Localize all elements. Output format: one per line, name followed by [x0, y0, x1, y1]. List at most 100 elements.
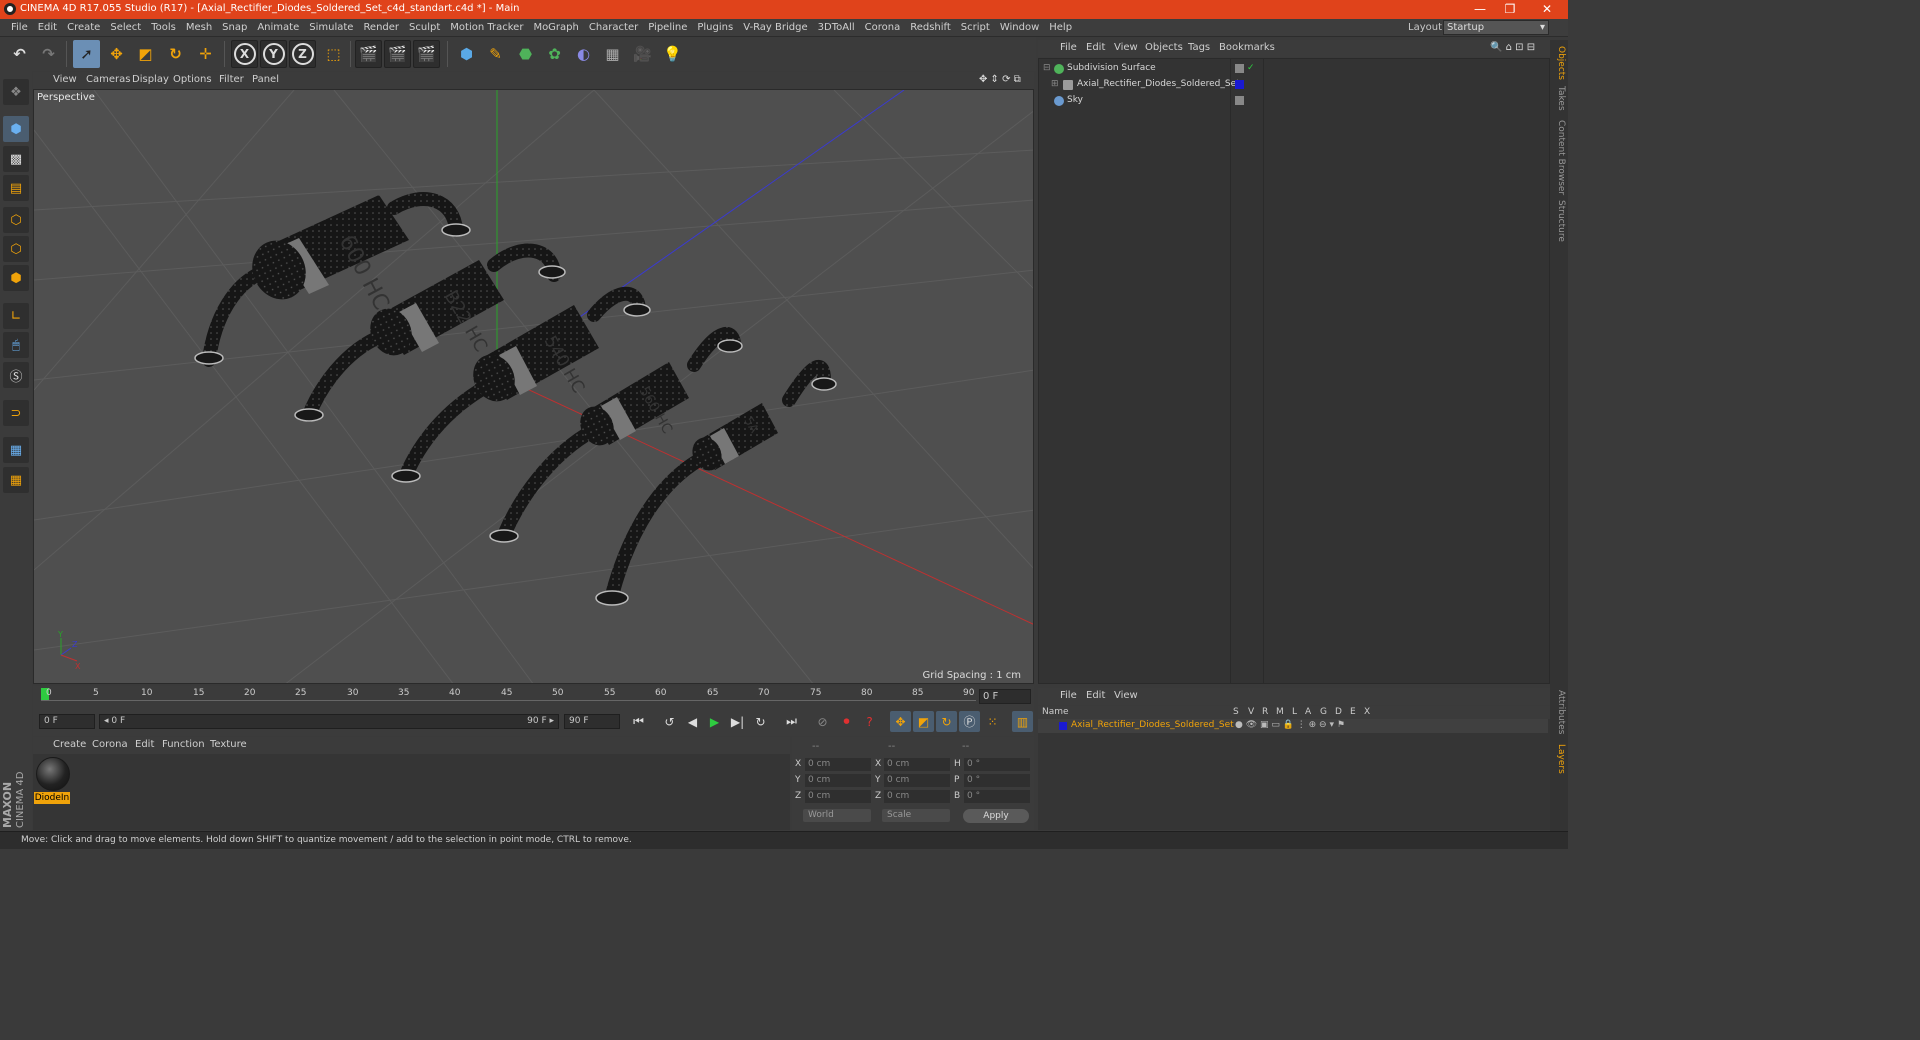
- menu-tools[interactable]: Tools: [146, 22, 181, 33]
- coordinate-system-icon[interactable]: ⬚: [320, 40, 347, 68]
- autokey-icon[interactable]: ⏺: [836, 711, 857, 732]
- object-name[interactable]: Axial_Rectifier_Diodes_Soldered_Set: [1077, 79, 1240, 89]
- make-editable-icon[interactable]: ❖: [3, 79, 29, 105]
- model-mode-icon[interactable]: ⬢: [3, 116, 29, 142]
- workplane-icon[interactable]: ▤: [3, 175, 29, 201]
- viewport-menu-cameras[interactable]: Cameras: [86, 74, 130, 85]
- menu-create[interactable]: Create: [62, 22, 105, 33]
- size-z-field[interactable]: 0 cm: [884, 790, 950, 803]
- material-menu-create[interactable]: Create: [53, 739, 86, 750]
- om-search-home-icons[interactable]: 🔍 ⌂ ⊡ ⊟: [1490, 42, 1535, 53]
- edges-mode-icon[interactable]: ⬡: [3, 236, 29, 262]
- menu-render[interactable]: Render: [358, 22, 404, 33]
- cloner-icon[interactable]: ✿: [541, 40, 568, 68]
- snap-icon[interactable]: ⊃: [3, 400, 29, 426]
- menu-animate[interactable]: Animate: [252, 22, 304, 33]
- z-axis-lock[interactable]: Z: [289, 40, 316, 68]
- material-menu-texture[interactable]: Texture: [210, 739, 247, 750]
- rotation-p-field[interactable]: 0 °: [964, 774, 1030, 787]
- key-parameter-icon[interactable]: Ⓟ: [959, 711, 980, 732]
- material-menu-function[interactable]: Function: [162, 739, 205, 750]
- key-scale-icon[interactable]: ◩: [913, 711, 934, 732]
- object-row-sky[interactable]: Sky: [1039, 93, 1549, 109]
- layer-toggle-icons[interactable]: ● 👁 ▣ ▭ 🔒 ⋮ ⊕ ⊖ ▾ ⚑: [1235, 720, 1345, 730]
- record-keys-icon[interactable]: ⊘: [812, 711, 833, 732]
- coordinate-mode-dropdown[interactable]: World: [803, 809, 871, 822]
- menu-motion-tracker[interactable]: Motion Tracker: [445, 22, 528, 33]
- go-to-end-icon[interactable]: ⏭: [781, 711, 802, 732]
- material-name[interactable]: DiodeIn: [34, 792, 70, 804]
- render-picture-viewer-icon[interactable]: 🎬: [384, 40, 411, 68]
- menu-snap[interactable]: Snap: [217, 22, 252, 33]
- size-mode-dropdown[interactable]: Scale: [882, 809, 950, 822]
- expand-toggle-icon[interactable]: ⊟: [1043, 63, 1051, 73]
- material-menu-edit[interactable]: Edit: [135, 739, 154, 750]
- key-position-icon[interactable]: ✥: [890, 711, 911, 732]
- timeline-window-icon[interactable]: ▥: [1012, 711, 1033, 732]
- position-x-field[interactable]: 0 cm: [805, 758, 871, 771]
- viewport-menu-filter[interactable]: Filter: [219, 74, 244, 85]
- select-tool-icon[interactable]: ➚: [73, 40, 100, 68]
- viewport-menu-options[interactable]: Options: [173, 74, 212, 85]
- render-view-icon[interactable]: 🎬: [355, 40, 382, 68]
- lm-menu-view[interactable]: View: [1114, 690, 1138, 701]
- viewport-navigation-icons[interactable]: ✥ ⇕ ⟳ ⧉: [979, 74, 1021, 85]
- object-row-diodes[interactable]: ⊞ Axial_Rectifier_Diodes_Soldered_Set: [1039, 77, 1549, 93]
- menu-character[interactable]: Character: [584, 22, 643, 33]
- layer-color-swatch[interactable]: [1059, 722, 1067, 730]
- redo-icon[interactable]: ↷: [35, 40, 62, 68]
- timeline-ruler[interactable]: 0 5 10 15 20 25 30 35 40 45 50 55 60 65 …: [33, 686, 1034, 708]
- menu-3dtoall[interactable]: 3DToAll: [813, 22, 860, 33]
- menu-plugins[interactable]: Plugins: [692, 22, 738, 33]
- lock-workplane-icon[interactable]: ▦: [3, 437, 29, 463]
- enabled-check-icon[interactable]: ✓: [1247, 63, 1255, 73]
- key-pla-icon[interactable]: ⁙: [982, 711, 1003, 732]
- lm-menu-file[interactable]: File: [1060, 690, 1077, 701]
- maximize-button[interactable]: ❐: [1495, 1, 1525, 18]
- scale-tool-icon[interactable]: ◩: [132, 40, 159, 68]
- menu-sculpt[interactable]: Sculpt: [404, 22, 445, 33]
- menu-redshift[interactable]: Redshift: [905, 22, 956, 33]
- rotate-tool-icon[interactable]: ↻: [162, 40, 189, 68]
- tab-structure[interactable]: Structure: [1556, 200, 1566, 242]
- rotation-h-field[interactable]: 0 °: [964, 758, 1030, 771]
- next-key-icon[interactable]: ↻: [750, 711, 771, 732]
- go-to-start-icon[interactable]: ⏮: [628, 711, 649, 732]
- subdivision-surface-icon[interactable]: ⬣: [512, 40, 539, 68]
- om-menu-bookmarks[interactable]: Bookmarks: [1219, 42, 1275, 53]
- apply-button[interactable]: Apply: [963, 809, 1029, 823]
- polygons-mode-icon[interactable]: ⬢: [3, 265, 29, 291]
- rotation-b-field[interactable]: 0 °: [964, 790, 1030, 803]
- om-menu-file[interactable]: File: [1060, 42, 1077, 53]
- cube-primitive-icon[interactable]: ⬢: [453, 40, 480, 68]
- om-menu-view[interactable]: View: [1114, 42, 1138, 53]
- menu-help[interactable]: Help: [1044, 22, 1077, 33]
- floor-scene-icon[interactable]: ▦: [599, 40, 626, 68]
- live-transform-icon[interactable]: ✛: [192, 40, 219, 68]
- om-menu-edit[interactable]: Edit: [1086, 42, 1105, 53]
- perspective-viewport[interactable]: 600 HC B22 HC 540 HC 560 HC 5A Y Z X Per…: [33, 89, 1034, 684]
- object-name[interactable]: Subdivision Surface: [1067, 63, 1156, 73]
- undo-icon[interactable]: ↶: [6, 40, 33, 68]
- viewport-menu-display[interactable]: Display: [132, 74, 169, 85]
- size-x-field[interactable]: 0 cm: [884, 758, 950, 771]
- solo-icon[interactable]: Ⓢ: [3, 362, 29, 388]
- tweak-mode-icon[interactable]: 🖱: [3, 332, 29, 358]
- tab-layers[interactable]: Layers: [1556, 744, 1566, 774]
- tab-content-browser[interactable]: Content Browser: [1556, 120, 1566, 195]
- layer-name[interactable]: Axial_Rectifier_Diodes_Soldered_Set: [1071, 720, 1234, 730]
- camera-icon[interactable]: 🎥: [629, 40, 656, 68]
- menu-mograph[interactable]: MoGraph: [528, 22, 583, 33]
- menu-mesh[interactable]: Mesh: [181, 22, 217, 33]
- layer-row[interactable]: Axial_Rectifier_Diodes_Soldered_Set ● 👁 …: [1038, 719, 1548, 733]
- om-menu-tags[interactable]: Tags: [1188, 42, 1210, 53]
- key-rotation-icon[interactable]: ↻: [936, 711, 957, 732]
- size-y-field[interactable]: 0 cm: [884, 774, 950, 787]
- tab-objects[interactable]: Objects: [1556, 46, 1566, 80]
- menu-corona[interactable]: Corona: [860, 22, 906, 33]
- y-axis-lock[interactable]: Y: [260, 40, 287, 68]
- viewport-menu-panel[interactable]: Panel: [252, 74, 279, 85]
- close-button[interactable]: ✕: [1532, 1, 1562, 18]
- expand-toggle-icon[interactable]: ⊞: [1051, 79, 1059, 89]
- keyframe-selection-icon[interactable]: ?: [859, 711, 880, 732]
